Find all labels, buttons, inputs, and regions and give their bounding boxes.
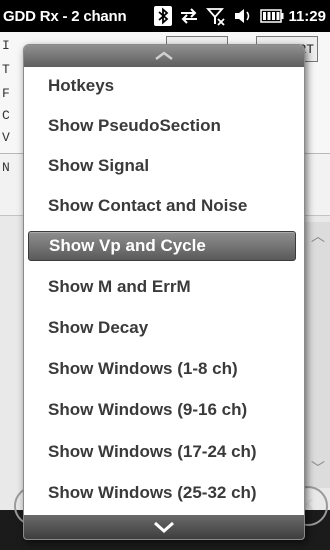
chevron-down-icon[interactable]: ﹀ bbox=[305, 458, 330, 478]
menu-item-label: Show M and ErrM bbox=[48, 277, 191, 296]
battery-icon[interactable] bbox=[260, 9, 284, 23]
menu-item-label: Show PseudoSection bbox=[48, 116, 221, 135]
menu-item-show-contact-and-noise[interactable]: Show Contact and Noise bbox=[28, 191, 296, 221]
signal-off-icon[interactable] bbox=[206, 6, 226, 26]
secondary-label: N bbox=[2, 160, 10, 175]
volume-icon[interactable] bbox=[233, 7, 253, 25]
menu-item-label: Show Windows (9-16 ch) bbox=[48, 400, 248, 419]
bluetooth-icon[interactable] bbox=[154, 6, 172, 26]
menu-item-show-pseudosection[interactable]: Show PseudoSection bbox=[28, 111, 296, 141]
menu-item-label: Show Vp and Cycle bbox=[49, 236, 206, 255]
menu-scroll-up[interactable] bbox=[24, 45, 304, 67]
menu-item-label: Show Signal bbox=[48, 156, 150, 175]
context-menu: Hotkeys Show PseudoSection Show Signal S… bbox=[23, 44, 305, 540]
menu-item-label: Show Windows (17-24 ch) bbox=[48, 442, 257, 461]
chevron-up-icon[interactable]: ︿ bbox=[305, 226, 330, 246]
menu-item-show-decay[interactable]: Show Decay bbox=[28, 313, 296, 343]
info-line: C bbox=[2, 108, 10, 123]
info-line: T bbox=[2, 62, 10, 77]
menu-item-label: Show Decay bbox=[48, 318, 149, 337]
info-line: V bbox=[2, 130, 10, 145]
menu-item-hotkeys[interactable]: Hotkeys bbox=[28, 71, 296, 101]
clock[interactable]: 11:29 bbox=[288, 8, 326, 25]
data-transfer-icon[interactable] bbox=[179, 7, 199, 25]
status-icons bbox=[154, 6, 284, 26]
menu-item-show-vp-and-cycle[interactable]: Show Vp and Cycle bbox=[28, 231, 296, 261]
info-line: I bbox=[2, 38, 10, 53]
menu-item-label: Show Contact and Noise bbox=[48, 196, 248, 215]
menu-item-show-windows-1-8[interactable]: Show Windows (1-8 ch) bbox=[28, 354, 296, 384]
chevron-down-icon bbox=[154, 521, 174, 533]
status-bar: GDD Rx - 2 chann 11:29 bbox=[0, 0, 330, 32]
menu-scroll-down[interactable] bbox=[24, 515, 304, 539]
info-line: F bbox=[2, 86, 10, 101]
menu-item-show-windows-17-24[interactable]: Show Windows (17-24 ch) bbox=[28, 437, 296, 467]
menu-item-label: Show Windows (1-8 ch) bbox=[48, 359, 238, 378]
chevron-up-icon bbox=[155, 51, 173, 60]
menu-item-show-windows-9-16[interactable]: Show Windows (9-16 ch) bbox=[28, 395, 296, 425]
menu-item-show-windows-25-32[interactable]: Show Windows (25-32 ch) bbox=[28, 478, 296, 508]
scrollbar[interactable]: ︿ ﹀ bbox=[304, 222, 330, 488]
menu-item-show-signal[interactable]: Show Signal bbox=[28, 151, 296, 181]
menu-item-show-m-and-errm[interactable]: Show M and ErrM bbox=[28, 272, 296, 302]
menu-item-label: Hotkeys bbox=[48, 76, 115, 95]
window-title[interactable]: GDD Rx - 2 chann bbox=[3, 8, 148, 25]
menu-item-label: Show Windows (25-32 ch) bbox=[48, 483, 257, 502]
